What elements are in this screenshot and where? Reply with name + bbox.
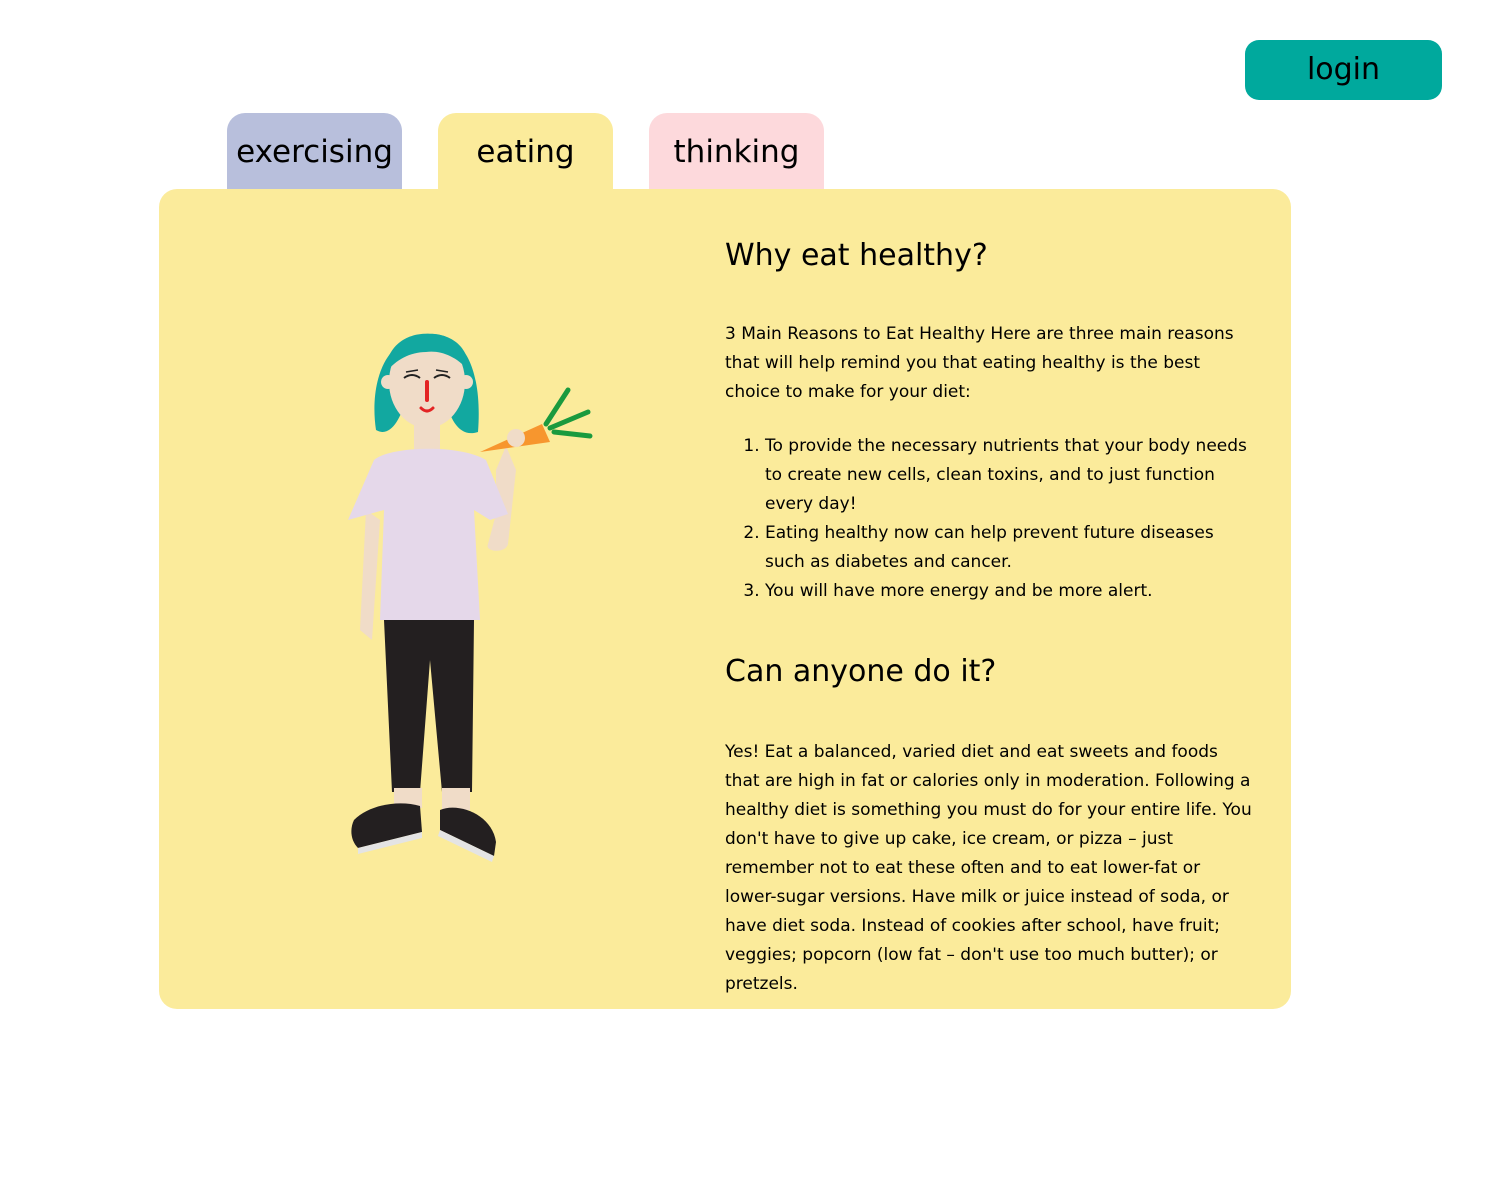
heading-can-anyone-do-it: Can anyone do it?: [725, 654, 997, 689]
list-item: Eating healthy now can help prevent futu…: [765, 519, 1255, 577]
pants: [384, 620, 474, 792]
tab-exercising[interactable]: exercising: [227, 113, 402, 189]
intro-paragraph: 3 Main Reasons to Eat Healthy Here are t…: [725, 324, 1234, 402]
article-content: Why eat healthy? 3 Main Reasons to Eat H…: [725, 226, 1255, 999]
reasons-list: To provide the necessary nutrients that …: [725, 432, 1255, 606]
list-item: To provide the necessary nutrients that …: [765, 432, 1255, 519]
carrot-leaves: [543, 387, 593, 439]
left-arm: [360, 510, 380, 640]
person-eating-carrot-illustration: [348, 333, 593, 862]
list-item: You will have more energy and be more al…: [765, 577, 1255, 606]
login-button[interactable]: login: [1245, 40, 1442, 100]
heading-why-eat-healthy: Why eat healthy?: [725, 238, 988, 273]
tab-thinking[interactable]: thinking: [649, 113, 824, 189]
answer-paragraph: Yes! Eat a balanced, varied diet and eat…: [725, 742, 1252, 994]
